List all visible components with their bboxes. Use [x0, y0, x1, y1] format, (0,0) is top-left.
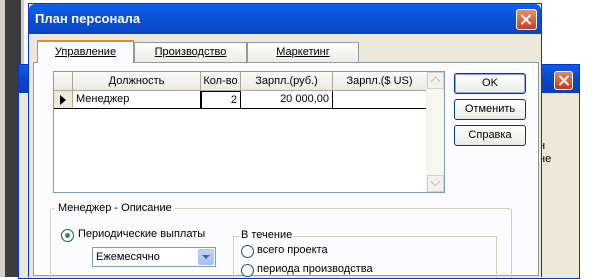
- tab-production[interactable]: Производство: [134, 42, 247, 62]
- scroll-down-icon[interactable]: [427, 175, 444, 192]
- help-button[interactable]: Справка: [454, 125, 526, 146]
- grid-header: Должность Кол-во Зарпл.(руб.) Зарпл.($ U…: [54, 72, 427, 91]
- table-row[interactable]: Менеджер 2 20 000,00: [54, 91, 427, 109]
- production-period-radio[interactable]: [241, 264, 254, 277]
- background-window-text: н не: [539, 140, 552, 165]
- frequency-select[interactable]: Ежемесячно: [92, 247, 216, 267]
- header-indicator-cell: [54, 72, 73, 91]
- row-indicator: [54, 91, 73, 109]
- periodic-payments-label: Периодические выплаты: [78, 228, 206, 240]
- tab-management-label: Управление: [54, 46, 117, 58]
- cancel-button[interactable]: Отменить: [454, 99, 526, 120]
- dialog-title: План персонала: [35, 11, 141, 26]
- during-group-label: В течение: [239, 229, 295, 241]
- title-bar: План персонала: [29, 4, 541, 34]
- tab-management[interactable]: Управление: [37, 40, 134, 63]
- whole-project-radio[interactable]: [241, 245, 254, 258]
- cell-position[interactable]: Менеджер: [73, 91, 201, 109]
- header-salary-usd[interactable]: Зарпл.($ US): [333, 72, 427, 91]
- production-period-label: периода производства: [257, 263, 373, 275]
- tab-production-label: Производство: [154, 46, 227, 58]
- chevron-down-icon[interactable]: [198, 249, 214, 265]
- description-group-label: Менеджер - Описание: [55, 202, 175, 214]
- staff-grid[interactable]: Должность Кол-во Зарпл.(руб.) Зарпл.($ U…: [53, 71, 445, 193]
- cell-qty[interactable]: 2: [201, 91, 241, 109]
- header-position[interactable]: Должность: [73, 72, 201, 91]
- close-icon[interactable]: [516, 9, 537, 30]
- header-qty[interactable]: Кол-во: [201, 72, 241, 91]
- periodic-payments-radio[interactable]: [61, 229, 74, 242]
- tab-marketing-label: Маркетинг: [276, 46, 330, 58]
- scroll-up-icon[interactable]: [427, 72, 444, 89]
- frequency-value: Ежемесячно: [96, 251, 160, 263]
- whole-project-label: всего проекта: [257, 244, 328, 256]
- header-salary-rub[interactable]: Зарпл.(руб.): [241, 72, 333, 91]
- tab-marketing[interactable]: Маркетинг: [247, 42, 359, 62]
- current-row-arrow-icon: [60, 95, 66, 105]
- background-close-icon[interactable]: [554, 71, 573, 90]
- cell-salary-usd[interactable]: [333, 91, 427, 109]
- cell-salary-rub[interactable]: 20 000,00: [241, 91, 333, 109]
- ok-button[interactable]: OK: [454, 73, 526, 94]
- grid-vertical-scrollbar[interactable]: [426, 72, 444, 192]
